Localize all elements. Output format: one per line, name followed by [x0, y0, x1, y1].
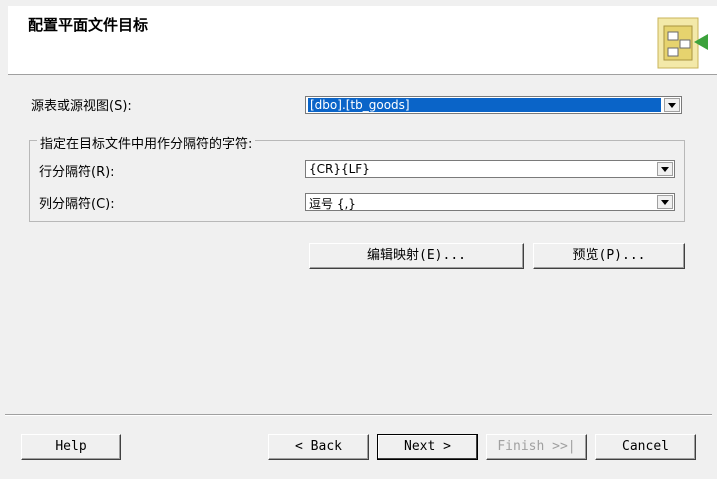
edit-mappings-button[interactable]: 编辑映射(E)...	[309, 243, 524, 269]
cancel-button[interactable]: Cancel	[595, 434, 696, 460]
file-destination-icon	[657, 17, 708, 69]
preview-button[interactable]: 预览(P)...	[533, 243, 685, 269]
column-delimiter-label: 列分隔符(C):	[39, 197, 115, 212]
source-label: 源表或源视图(S):	[31, 99, 132, 114]
page-title: 配置平面文件目标	[28, 16, 149, 34]
finish-button[interactable]: Finish >>|	[486, 434, 587, 460]
column-delimiter-select[interactable]: 逗号 {,}	[305, 193, 675, 211]
delimiter-group-title: 指定在目标文件中用作分隔符的字符:	[37, 133, 256, 152]
chevron-down-icon[interactable]	[664, 98, 680, 112]
row-delimiter-select[interactable]: {CR}{LF}	[305, 160, 675, 178]
source-table-select[interactable]: [dbo].[tb_goods]	[305, 96, 682, 114]
source-table-value: [dbo].[tb_goods]	[308, 98, 661, 112]
chevron-down-icon[interactable]	[657, 195, 673, 209]
row-delimiter-label: 行分隔符(R):	[39, 165, 115, 180]
row-delimiter-value: {CR}{LF}	[309, 162, 370, 176]
help-button[interactable]: Help	[21, 434, 121, 460]
next-button[interactable]: Next >	[377, 434, 478, 460]
chevron-down-icon[interactable]	[657, 162, 673, 176]
back-button[interactable]: < Back	[268, 434, 369, 460]
footer-divider	[5, 414, 712, 416]
column-delimiter-value: 逗号 {,}	[309, 197, 356, 211]
wizard-header: 配置平面文件目标	[8, 6, 717, 75]
